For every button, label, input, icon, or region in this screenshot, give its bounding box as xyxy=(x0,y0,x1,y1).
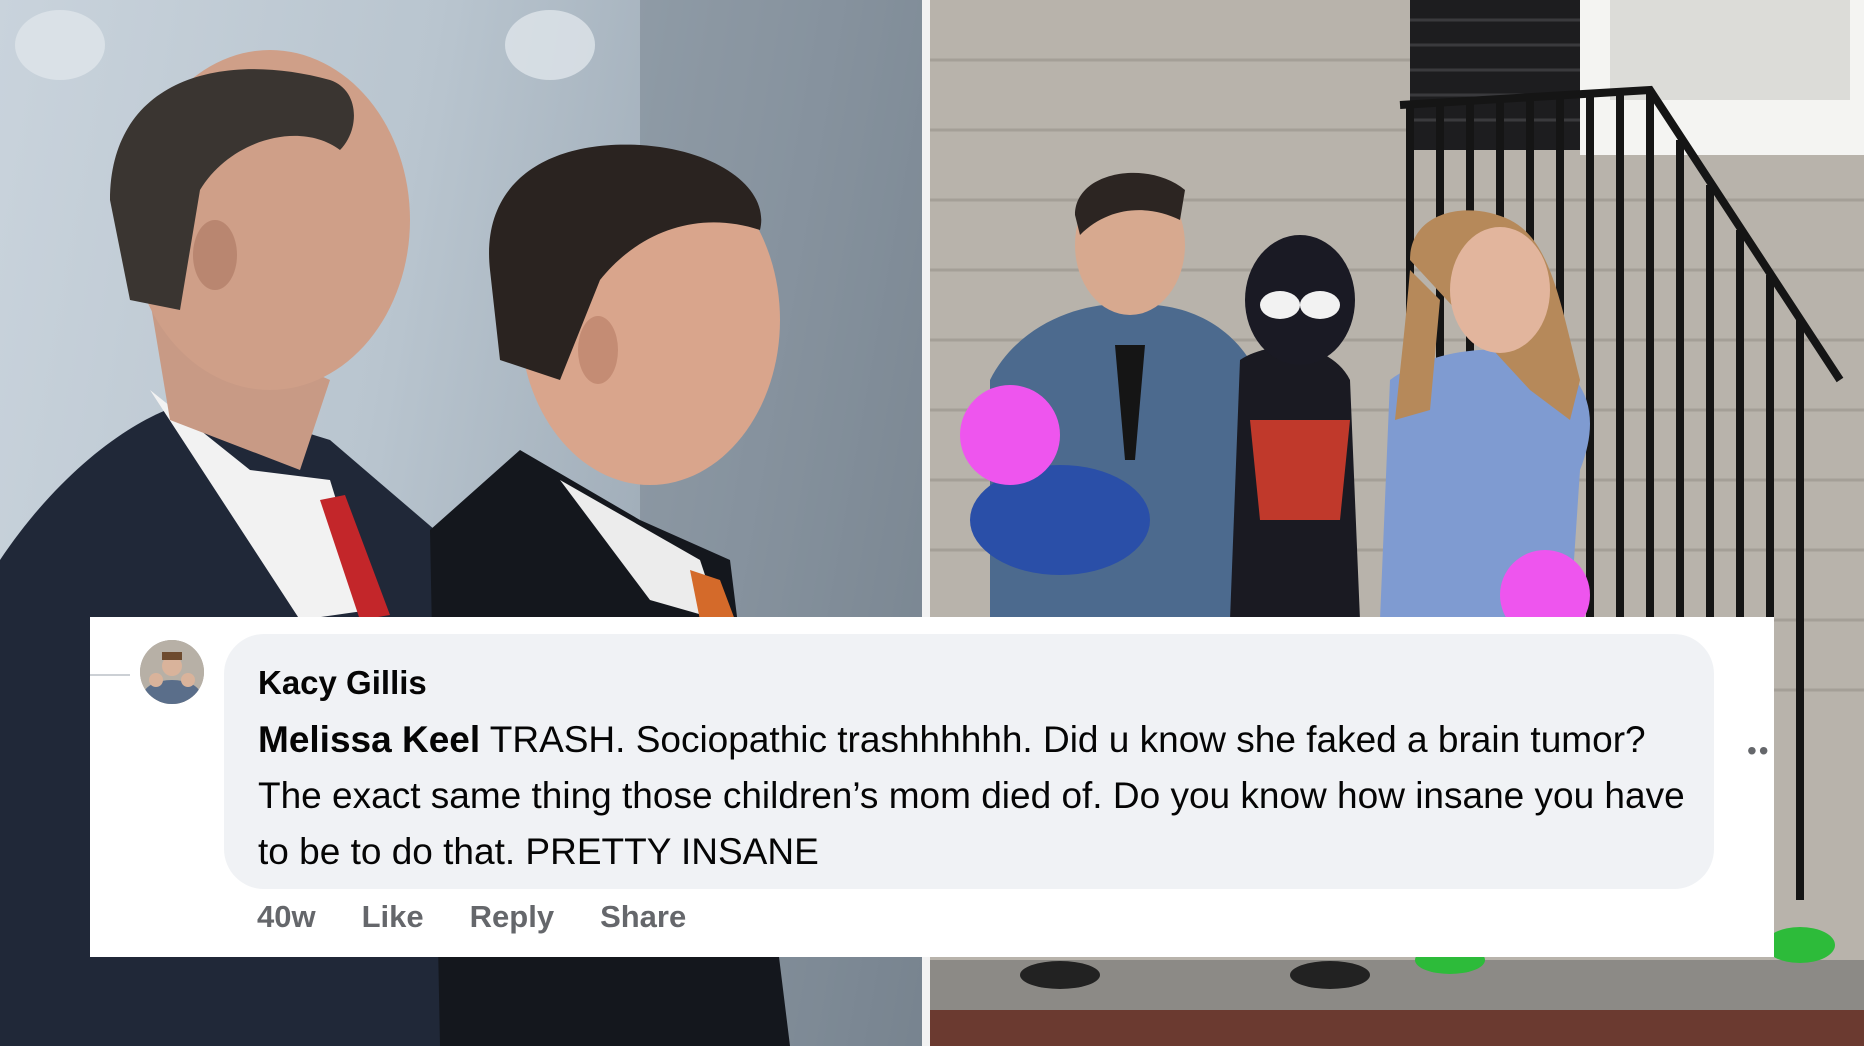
comment-author[interactable]: Kacy Gillis xyxy=(258,664,427,702)
comment-bubble: Kacy Gillis Melissa Keel TRASH. Sociopat… xyxy=(224,634,1714,889)
blur-patch xyxy=(960,385,1060,485)
like-button[interactable]: Like xyxy=(362,899,424,935)
comment-card: Kacy Gillis Melissa Keel TRASH. Sociopat… xyxy=(90,617,1774,957)
avatar-photo-icon xyxy=(140,640,204,704)
comment-actions: 40w Like Reply Share xyxy=(257,899,686,935)
comment-timestamp[interactable]: 40w xyxy=(257,899,316,935)
more-dots-icon[interactable]: •• xyxy=(1747,735,1771,767)
avatar[interactable] xyxy=(140,640,204,704)
thread-connector-line xyxy=(90,674,130,676)
reply-button[interactable]: Reply xyxy=(470,899,554,935)
comment-text: Melissa Keel TRASH. Sociopathic trashhhh… xyxy=(258,712,1688,880)
share-button[interactable]: Share xyxy=(600,899,686,935)
mention-tag[interactable]: Melissa Keel xyxy=(258,719,480,760)
